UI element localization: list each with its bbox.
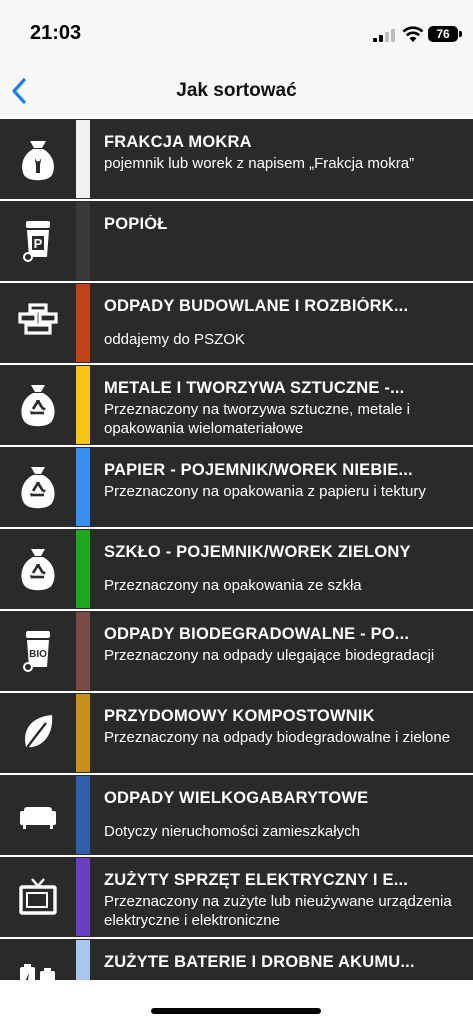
list-item[interactable]: PRZYDOMOWY KOMPOSTOWNIK Przeznaczony na o… bbox=[0, 693, 473, 773]
cellular-signal-icon bbox=[373, 28, 397, 42]
category-title: ZUŻYTE BATERIE I DROBNE AKUMU... bbox=[104, 953, 415, 971]
wifi-icon bbox=[402, 26, 424, 42]
category-description: Przeznaczony na opakowania z papieru i t… bbox=[104, 483, 426, 500]
status-time: 21:03 bbox=[30, 22, 82, 44]
category-title: ODPADY BUDOWLANE I ROZBIÓRK... bbox=[104, 297, 409, 315]
list-item[interactable]: BIO ODPADY BIODEGRADOWALNE - PO... Przezna… bbox=[0, 611, 473, 691]
wet-waste-bag-icon bbox=[0, 119, 76, 199]
category-color-stripe bbox=[76, 284, 90, 362]
navigation-bar: Jak sortować bbox=[0, 60, 473, 118]
category-title: PRZYDOMOWY KOMPOSTOWNIK bbox=[104, 707, 375, 725]
waste-category-list[interactable]: FRAKCJA MOKRA pojemnik lub worek z napise… bbox=[0, 118, 473, 980]
category-description: pojemnik lub worek z napisem „Frakcja mo… bbox=[104, 155, 415, 172]
category-description: Dotyczy nieruchomości zamieszkałych bbox=[104, 823, 360, 840]
category-title: ODPADY BIODEGRADOWALNE - PO... bbox=[104, 625, 410, 643]
category-description: oddajemy do PSZOK bbox=[104, 331, 245, 348]
battery-icon bbox=[0, 939, 76, 980]
category-color-stripe bbox=[76, 694, 90, 772]
category-description: Przeznaczony na odpady ulegające biodegr… bbox=[104, 647, 435, 664]
list-item[interactable]: ODPADY WIELKOGABARYTOWE Dotyczy nieruchom… bbox=[0, 775, 473, 855]
list-item[interactable]: FRAKCJA MOKRA pojemnik lub worek z napise… bbox=[0, 119, 473, 199]
category-color-stripe bbox=[76, 202, 90, 280]
category-title: PAPIER - POJEMNIK/WOREK NIEBIE... bbox=[104, 461, 413, 479]
sofa-icon bbox=[0, 775, 76, 855]
category-title: SZKŁO - POJEMNIK/WOREK ZIELONY bbox=[104, 543, 411, 561]
category-description: Przeznaczony na odpady biodegradowalne i… bbox=[104, 729, 451, 746]
category-description: Przeznaczony na zużyte lub nieużywane ur… bbox=[104, 893, 452, 929]
category-title: ZUŻYTY SPRZĘT ELEKTRYCZNY I E... bbox=[104, 871, 409, 889]
category-color-stripe bbox=[76, 940, 90, 980]
svg-text:P: P bbox=[34, 236, 43, 251]
category-color-stripe bbox=[76, 776, 90, 854]
category-color-stripe bbox=[76, 858, 90, 936]
svg-text:BIO: BIO bbox=[29, 649, 47, 660]
bio-bin-icon: BIO bbox=[0, 611, 76, 691]
category-color-stripe bbox=[76, 366, 90, 444]
home-indicator[interactable] bbox=[151, 1008, 321, 1014]
category-color-stripe bbox=[76, 120, 90, 198]
recycling-bag-icon bbox=[0, 529, 76, 609]
bricks-icon bbox=[0, 283, 76, 363]
home-area bbox=[0, 980, 473, 1024]
page-title: Jak sortować bbox=[176, 80, 297, 101]
category-title: FRAKCJA MOKRA bbox=[104, 133, 252, 151]
list-item[interactable]: P POPIÓŁ bbox=[0, 201, 473, 281]
list-item[interactable]: PAPIER - POJEMNIK/WOREK NIEBIE... Przezna… bbox=[0, 447, 473, 527]
list-item[interactable]: ZUŻYTE BATERIE I DROBNE AKUMU...Należy o… bbox=[0, 939, 473, 980]
category-description: Przeznaczony na tworzywa sztuczne, metal… bbox=[104, 401, 410, 437]
category-title: METALE I TWORZYWA SZTUCZNE -... bbox=[104, 379, 405, 397]
recycling-bag-icon bbox=[0, 447, 76, 527]
category-description: Przeznaczony na opakowania ze szkła bbox=[104, 577, 362, 594]
battery-tip bbox=[459, 31, 462, 37]
category-color-stripe bbox=[76, 530, 90, 608]
list-item[interactable]: ODPADY BUDOWLANE I ROZBIÓRK... oddajemy d… bbox=[0, 283, 473, 363]
list-item[interactable]: SZKŁO - POJEMNIK/WOREK ZIELONY Przeznaczo… bbox=[0, 529, 473, 609]
tv-icon bbox=[0, 857, 76, 937]
category-title: POPIÓŁ bbox=[104, 215, 168, 233]
category-color-stripe bbox=[76, 612, 90, 690]
ash-bin-icon: P bbox=[0, 201, 76, 281]
status-bar: 21:03 76 bbox=[0, 0, 473, 60]
battery-indicator: 76 bbox=[428, 26, 458, 42]
leaf-icon bbox=[0, 693, 76, 773]
list-item[interactable]: METALE I TWORZYWA SZTUCZNE -... Przeznacz… bbox=[0, 365, 473, 445]
recycling-bag-icon bbox=[0, 365, 76, 445]
category-title: ODPADY WIELKOGABARYTOWE bbox=[104, 789, 369, 807]
category-color-stripe bbox=[76, 448, 90, 526]
list-item[interactable]: ZUŻYTY SPRZĘT ELEKTRYCZNY I E... Przeznac… bbox=[0, 857, 473, 937]
